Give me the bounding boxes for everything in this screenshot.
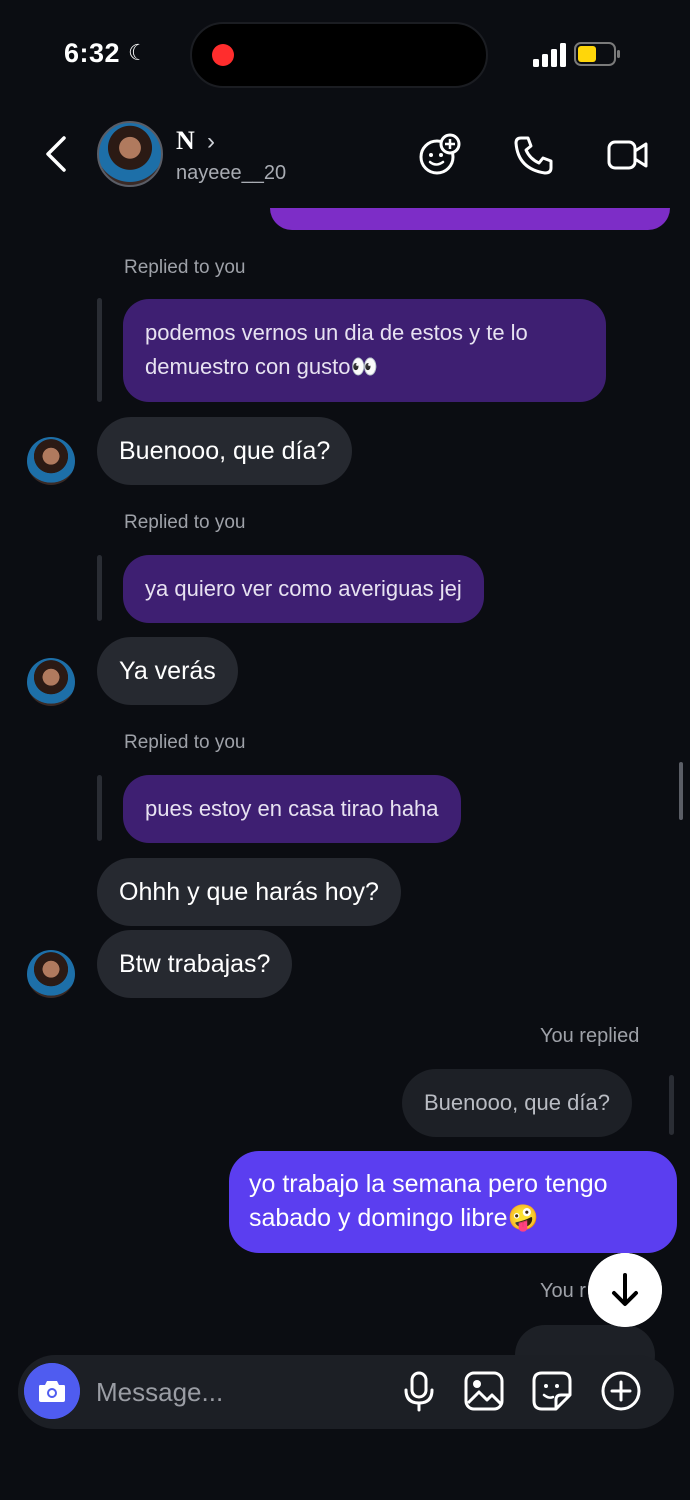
scrollbar[interactable] (679, 762, 683, 820)
sender-avatar[interactable] (27, 437, 75, 485)
microphone-icon[interactable] (398, 1370, 440, 1412)
replied-label: Replied to you (124, 732, 246, 753)
sender-avatar[interactable] (27, 658, 75, 706)
camera-button[interactable] (24, 1363, 80, 1419)
add-icon[interactable] (600, 1370, 642, 1412)
back-arrow-icon[interactable] (40, 134, 74, 174)
incoming-message-bubble[interactable]: Btw trabajas? (97, 930, 293, 998)
quoted-message-bubble[interactable]: pues estoy en casa tirao haha (123, 775, 461, 843)
status-time: 6:32 (64, 38, 121, 68)
sticker-icon[interactable] (531, 1370, 573, 1412)
outgoing-message-bubble[interactable]: yo trabajo la semana pero tengo sabado y… (229, 1151, 677, 1253)
effects-icon[interactable] (417, 133, 461, 177)
quoted-message-bubble[interactable]: Buenooo, que día? (402, 1069, 632, 1137)
message-input[interactable] (96, 1372, 386, 1412)
moon-icon: ☾ (128, 40, 148, 65)
replied-label: Replied to you (124, 257, 246, 278)
you-replied-label: You replied (540, 1025, 640, 1047)
dynamic-island (190, 22, 488, 88)
incoming-message-bubble[interactable]: Ohhh y que harás hoy? (97, 858, 401, 926)
quote-bar (97, 555, 102, 621)
video-call-icon[interactable] (606, 133, 650, 177)
scroll-down-button[interactable] (588, 1253, 662, 1327)
phone-icon[interactable] (512, 133, 556, 177)
incoming-message-bubble[interactable]: Ya verás (97, 637, 238, 705)
quoted-message-bubble[interactable]: ya quiero ver como averiguas jej (123, 555, 484, 623)
quote-bar (669, 1075, 674, 1135)
quote-bar (97, 775, 102, 841)
battery-icon (574, 42, 620, 66)
quote-bar (97, 298, 102, 402)
replied-label: Replied to you (124, 512, 246, 533)
previous-message-bubble (270, 208, 670, 230)
contact-name[interactable]: N (176, 126, 195, 156)
contact-username[interactable]: nayeee__20 (176, 162, 286, 185)
signal-icon (533, 43, 566, 67)
chevron-right-icon[interactable]: › (207, 128, 215, 156)
contact-avatar[interactable] (97, 121, 163, 187)
gallery-icon[interactable] (463, 1370, 505, 1412)
sender-avatar[interactable] (27, 950, 75, 998)
you-replied-label: You r (540, 1280, 586, 1302)
quoted-message-bubble[interactable]: podemos vernos un dia de estos y te lo d… (123, 299, 606, 402)
incoming-message-bubble[interactable]: Buenooo, que día? (97, 417, 353, 485)
recording-indicator-icon (212, 44, 234, 66)
